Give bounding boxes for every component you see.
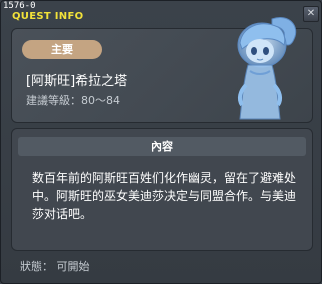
quest-status: 狀態： 可開始 [20,258,90,274]
quest-id: 1576-0 [3,1,36,11]
quest-category-badge: 主要 [22,40,102,59]
status-value: 可開始 [56,260,90,273]
status-label: 狀態： [20,260,53,273]
quest-summary-card: 主要 [阿斯旺]希拉之塔 建議等級：80～84 [11,17,313,123]
npc-medusa-icon [237,17,297,120]
quest-level: 建議等級：80～84 [26,92,120,108]
close-icon: ✕ [306,8,316,19]
quest-info-window: 1576-0 QUEST INFO ✕ 主要 [阿斯旺]希拉之塔 建議等級：80… [0,0,322,284]
quest-name: [阿斯旺]希拉之塔 [26,74,128,89]
content-text: 数百年前的阿斯旺百姓们化作幽灵，留在了避难处中。阿斯旺的巫女美迪莎决定与同盟合作… [32,171,297,221]
quest-level-label: 建議等級： [26,94,81,107]
window-title: QUEST INFO [12,11,84,22]
content-header: 內容 [18,137,306,156]
quest-level-range: 80～84 [81,94,120,107]
content-panel: 內容 数百年前的阿斯旺百姓们化作幽灵，留在了避难处中。阿斯旺的巫女美迪莎决定与同… [11,128,313,251]
